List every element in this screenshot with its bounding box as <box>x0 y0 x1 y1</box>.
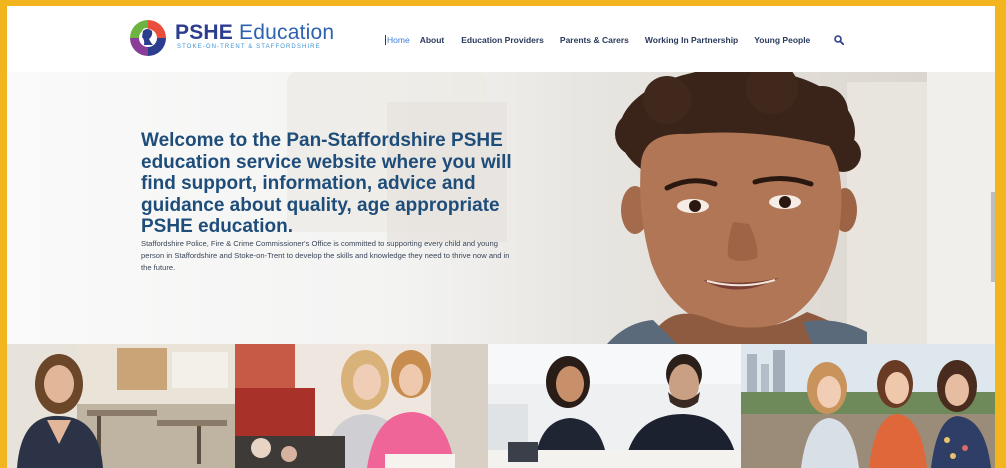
logo-title-rest: Education <box>239 21 335 44</box>
nav-parents-carers[interactable]: Parents & Carers <box>560 35 629 45</box>
photo-teacher-classroom[interactable] <box>7 344 235 468</box>
page-frame: PSHE Education STOKE-ON-TRENT & STAFFORD… <box>7 6 995 468</box>
hero-heading: Welcome to the Pan-Staffordshire PSHE ed… <box>141 130 512 237</box>
hero-banner: Welcome to the Pan-Staffordshire PSHE ed… <box>7 72 995 344</box>
hero-boy-photo <box>607 72 867 344</box>
logo-title[interactable]: PSHE Education <box>175 21 334 45</box>
logo-subtitle: STOKE-ON-TRENT & STAFFORDSHIRE <box>177 44 321 50</box>
photo-strip <box>7 344 995 468</box>
photo-friends-outdoors[interactable] <box>741 344 995 468</box>
nav-education-providers[interactable]: Education Providers <box>461 35 544 45</box>
nav-about[interactable]: About <box>420 35 445 45</box>
scrollbar-thumb[interactable] <box>991 192 995 282</box>
photo-students-laptop[interactable] <box>235 344 488 468</box>
nav-young-people[interactable]: Young People <box>754 35 810 45</box>
search-icon[interactable] <box>834 35 845 45</box>
main-nav: Home About Education Providers Parents &… <box>385 33 845 47</box>
site-header: PSHE Education STOKE-ON-TRENT & STAFFORD… <box>7 6 995 72</box>
logo-icon[interactable] <box>129 19 167 57</box>
logo-title-bold: PSHE <box>175 21 233 44</box>
hero-background-shape <box>927 72 995 344</box>
nav-home[interactable]: Home <box>385 35 410 45</box>
nav-working-in-partnership[interactable]: Working In Partnership <box>645 35 738 45</box>
photo-meeting[interactable] <box>488 344 741 468</box>
hero-body-text: Staffordshire Police, Fire & Crime Commi… <box>141 239 510 272</box>
